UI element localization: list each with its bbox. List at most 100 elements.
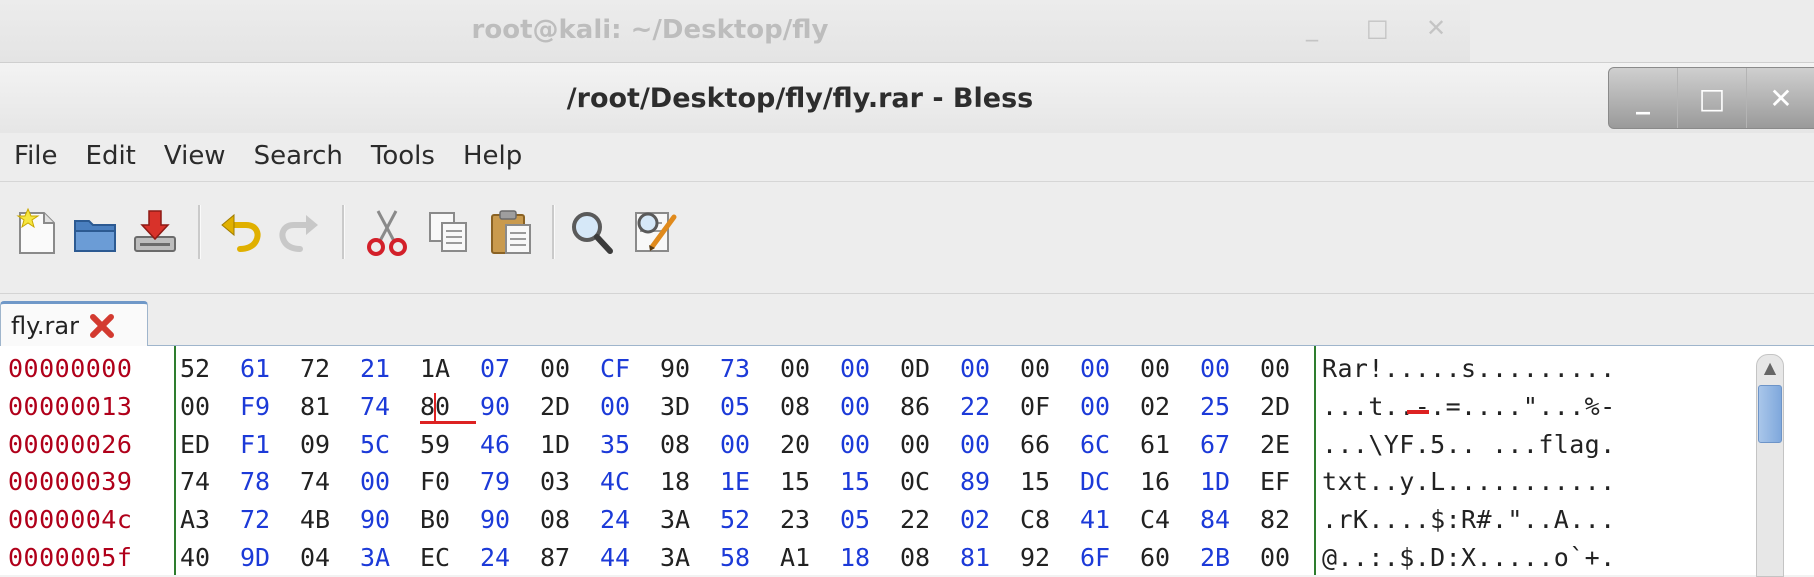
hex-byte[interactable]: 00 (360, 463, 420, 501)
hex-byte[interactable]: EC (420, 539, 480, 577)
hex-byte[interactable]: 1A (420, 350, 480, 388)
hex-byte[interactable]: 0C (900, 463, 960, 501)
hex-byte[interactable]: 79 (480, 463, 540, 501)
hex-byte[interactable]: 3A (660, 539, 720, 577)
hex-byte[interactable]: 24 (480, 539, 540, 577)
hex-byte[interactable]: 07 (480, 350, 540, 388)
hex-byte[interactable]: 86 (900, 388, 960, 426)
hex-byte[interactable]: 18 (660, 463, 720, 501)
hex-byte[interactable]: 9D (240, 539, 300, 577)
hex-byte[interactable]: DC (1080, 463, 1140, 501)
hex-byte[interactable]: 52 (720, 501, 780, 539)
hex-byte[interactable]: 05 (840, 501, 900, 539)
hex-byte[interactable]: 18 (840, 539, 900, 577)
replace-icon[interactable] (632, 207, 678, 257)
hex-byte[interactable]: CF (600, 350, 660, 388)
hex-byte[interactable]: 90 (360, 501, 420, 539)
tab-fly-rar[interactable]: fly.rar (0, 301, 148, 348)
hex-byte[interactable]: 15 (780, 463, 840, 501)
hex-byte[interactable]: EF (1260, 463, 1320, 501)
hex-byte[interactable]: 04 (300, 539, 360, 577)
hex-byte[interactable]: 52 (180, 350, 240, 388)
background-maximize-button[interactable]: □ (1366, 14, 1389, 42)
hex-byte[interactable]: 82 (1260, 501, 1320, 539)
background-terminal-window[interactable]: root@kali: ~/Desktop/fly _ □ ✕ (0, 0, 1471, 63)
hex-byte[interactable]: 00 (960, 426, 1020, 464)
scrollbar-thumb[interactable] (1758, 385, 1782, 443)
redo-icon[interactable] (276, 207, 322, 257)
hex-byte[interactable]: 66 (1020, 426, 1080, 464)
close-button[interactable]: ✕ (1746, 68, 1814, 128)
background-minimize-button[interactable]: _ (1306, 14, 1318, 42)
hex-byte[interactable]: 00 (900, 426, 960, 464)
hex-byte[interactable]: 60 (1140, 539, 1200, 577)
hex-byte[interactable]: 23 (780, 501, 840, 539)
hex-byte[interactable]: F9 (240, 388, 300, 426)
hex-byte[interactable]: 00 (1140, 350, 1200, 388)
hex-byte[interactable]: 09 (300, 426, 360, 464)
hex-byte[interactable]: 80 (420, 388, 480, 426)
hex-byte[interactable]: 81 (300, 388, 360, 426)
hex-byte[interactable]: 4C (600, 463, 660, 501)
hex-byte[interactable]: C4 (1140, 501, 1200, 539)
hex-byte[interactable]: 00 (840, 350, 900, 388)
hex-byte[interactable]: 03 (540, 463, 600, 501)
hex-byte[interactable]: 58 (720, 539, 780, 577)
hex-byte[interactable]: 6F (1080, 539, 1140, 577)
find-icon[interactable] (568, 207, 614, 257)
cut-icon[interactable] (364, 207, 410, 257)
hex-byte[interactable]: 2B (1200, 539, 1260, 577)
hex-byte[interactable]: 87 (540, 539, 600, 577)
hex-byte[interactable]: 81 (960, 539, 1020, 577)
menu-file[interactable]: File (0, 135, 72, 181)
hex-byte[interactable]: 44 (600, 539, 660, 577)
hex-byte[interactable]: 2D (540, 388, 600, 426)
hex-byte[interactable]: 00 (540, 350, 600, 388)
hex-byte[interactable]: 00 (1260, 350, 1320, 388)
hex-byte[interactable]: 25 (1200, 388, 1260, 426)
hex-byte[interactable]: 3A (360, 539, 420, 577)
open-folder-icon[interactable] (72, 207, 118, 257)
hex-byte[interactable]: 00 (960, 350, 1020, 388)
hex-byte[interactable]: 16 (1140, 463, 1200, 501)
hex-byte[interactable]: 3D (660, 388, 720, 426)
hex-byte[interactable]: 00 (1260, 539, 1320, 577)
hex-byte[interactable]: 74 (300, 463, 360, 501)
hex-byte[interactable]: 61 (240, 350, 300, 388)
menu-help[interactable]: Help (449, 135, 536, 181)
new-document-icon[interactable] (14, 207, 60, 257)
window-titlebar[interactable]: /root/Desktop/fly/fly.rar - Bless _ □ ✕ (0, 63, 1814, 133)
hex-editor[interactable]: 00000000 00000013 00000026 00000039 0000004c… (0, 346, 1814, 577)
menu-view[interactable]: View (150, 135, 240, 181)
hex-byte[interactable]: 00 (780, 350, 840, 388)
hex-byte[interactable]: 3A (660, 501, 720, 539)
hex-byte[interactable]: 84 (1200, 501, 1260, 539)
hex-byte[interactable]: A3 (180, 501, 240, 539)
hex-byte[interactable]: 67 (1200, 426, 1260, 464)
maximize-button[interactable]: □ (1677, 68, 1746, 128)
hex-byte[interactable]: 00 (840, 426, 900, 464)
copy-icon[interactable] (426, 207, 472, 257)
hex-byte[interactable]: 20 (780, 426, 840, 464)
hex-byte[interactable]: 08 (660, 426, 720, 464)
hex-byte[interactable]: 00 (180, 388, 240, 426)
hex-byte[interactable]: 78 (240, 463, 300, 501)
hex-byte[interactable]: 00 (1200, 350, 1260, 388)
hex-byte[interactable]: ED (180, 426, 240, 464)
scroll-up-icon[interactable]: ▲ (1757, 355, 1783, 381)
hex-byte[interactable]: C8 (1020, 501, 1080, 539)
hex-byte[interactable]: 05 (720, 388, 780, 426)
hex-byte[interactable]: 15 (840, 463, 900, 501)
hex-byte[interactable]: A1 (780, 539, 840, 577)
hex-area[interactable]: 52 61 72 21 1A 07 00 CF 90 73 00 00 0D 00 00 00 00 00 00 00… (174, 346, 1316, 575)
hex-byte[interactable]: 72 (240, 501, 300, 539)
hex-byte[interactable]: 00 (600, 388, 660, 426)
hex-byte[interactable]: 46 (480, 426, 540, 464)
hex-byte[interactable]: 89 (960, 463, 1020, 501)
menu-search[interactable]: Search (240, 135, 357, 181)
hex-byte[interactable]: 1E (720, 463, 780, 501)
hex-byte[interactable]: 92 (1020, 539, 1080, 577)
hex-byte[interactable]: 00 (720, 426, 780, 464)
hex-byte[interactable]: 00 (1020, 350, 1080, 388)
hex-byte[interactable]: 73 (720, 350, 780, 388)
